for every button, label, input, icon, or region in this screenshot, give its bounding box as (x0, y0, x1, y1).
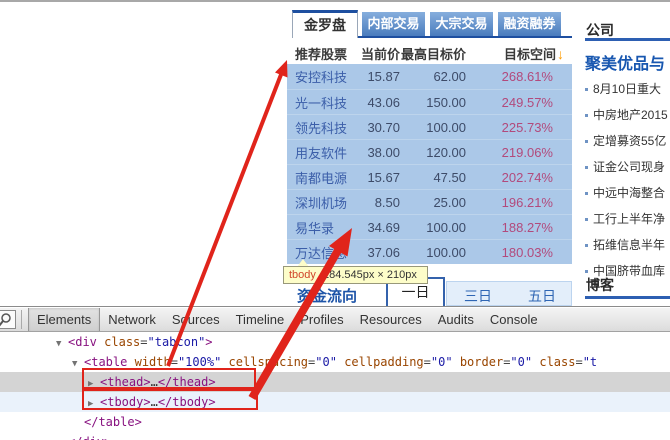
header-target-space[interactable]: 目标空间↓ (466, 44, 572, 63)
news-item-link[interactable]: 8月10日重大 (585, 80, 661, 97)
tooltip-dimensions: 284.545px × 210px (323, 269, 417, 281)
tab-insider-trading[interactable]: 内部交易 (362, 12, 425, 36)
inspect-element-icon[interactable] (0, 310, 16, 329)
current-price: 34.69 (352, 220, 400, 235)
target-space: 180.03% (466, 245, 572, 260)
blog-section-rule (585, 296, 670, 299)
target-price: 25.00 (400, 195, 466, 210)
table-row[interactable]: 用友软件 38.00 120.00 219.06% (287, 139, 572, 164)
bullet-icon (585, 166, 588, 169)
current-price: 38.00 (352, 145, 400, 160)
dom-line-div-open[interactable]: ▼<div class="tabcon"> (0, 332, 670, 352)
target-space: 196.21% (466, 195, 572, 210)
devtools-tab-sources[interactable]: Sources (164, 308, 228, 331)
bullet-icon (585, 244, 588, 247)
table-row[interactable]: 万达信息 37.06 100.00 180.03% (287, 239, 572, 264)
news-item-link[interactable]: 中远中海整合 (585, 184, 665, 201)
annotation-box-thead (82, 368, 256, 389)
current-price: 8.50 (352, 195, 400, 210)
devtools-tab-audits[interactable]: Audits (430, 308, 482, 331)
news-item-link[interactable]: 证金公司现身 (585, 158, 665, 175)
target-space: 249.57% (466, 95, 572, 110)
header-recommended-stock[interactable]: 推荐股票 (287, 44, 352, 63)
stock-link[interactable]: 用友软件 (287, 143, 352, 162)
tab-block-trading[interactable]: 大宗交易 (430, 12, 493, 36)
current-price: 37.06 (352, 245, 400, 260)
target-space: 225.73% (466, 120, 572, 135)
tab-margin-trading[interactable]: 融资融券 (498, 12, 561, 36)
news-headline-link[interactable]: 聚美优品与 (585, 50, 665, 74)
stock-link[interactable]: 领先科技 (287, 118, 352, 137)
company-section-rule (585, 38, 670, 41)
screen: 金罗盘 内部交易 大宗交易 融资融券 推荐股票 当前价 最高目标价 目标空间↓ … (0, 0, 670, 440)
capital-flow-label: 资金流向 (297, 285, 357, 306)
section-title-blog: 博客 (586, 275, 614, 295)
stock-link[interactable]: 南都电源 (287, 168, 352, 187)
flow-tab-5day[interactable]: 五日 (526, 286, 558, 306)
table-row[interactable]: 领先科技 30.70 100.00 225.73% (287, 114, 572, 139)
current-price: 30.70 (352, 120, 400, 135)
bullet-icon (585, 114, 588, 117)
sort-down-icon: ↓ (557, 46, 564, 62)
stock-link[interactable]: 易华录 (287, 218, 352, 237)
news-item-link[interactable]: 拓维信息半年 (585, 236, 665, 253)
target-price: 100.00 (400, 220, 466, 235)
devtools-tabs: Elements Network Sources Timeline Profil… (28, 308, 546, 331)
news-item-link[interactable]: 定增募资55亿 (585, 132, 666, 149)
toolbar-separator (21, 310, 22, 329)
header-current-price[interactable]: 当前价 (352, 44, 400, 63)
target-price: 150.00 (400, 95, 466, 110)
devtools-tab-console[interactable]: Console (482, 308, 546, 331)
devtools-tab-timeline[interactable]: Timeline (228, 308, 293, 331)
header-max-target-price[interactable]: 最高目标价 (400, 44, 466, 63)
target-price: 120.00 (400, 145, 466, 160)
annotation-box-tbody (82, 389, 258, 410)
target-space: 188.27% (466, 220, 572, 235)
stock-link[interactable]: 深圳机场 (287, 193, 352, 212)
target-price: 47.50 (400, 170, 466, 185)
current-price: 15.67 (352, 170, 400, 185)
stock-table: 推荐股票 当前价 最高目标价 目标空间↓ 安控科技 15.87 62.00 26… (287, 42, 572, 264)
target-space: 202.74% (466, 170, 572, 185)
disclosure-open-icon[interactable]: ▼ (56, 334, 68, 354)
flow-tab-3day[interactable]: 三日 (462, 286, 494, 306)
target-price: 100.00 (400, 120, 466, 135)
tooltip-tag-name: tbody (289, 269, 316, 281)
news-item-link[interactable]: 工行上半年净 (585, 210, 665, 227)
devtools-tab-network[interactable]: Network (100, 308, 164, 331)
bullet-icon (585, 88, 588, 91)
devtools-tab-elements[interactable]: Elements (28, 308, 100, 331)
stock-table-body-highlighted: 安控科技 15.87 62.00 268.61% 光一科技 43.06 150.… (287, 64, 572, 264)
devtools-toolbar: Elements Network Sources Timeline Profil… (0, 308, 670, 332)
news-item-link[interactable]: 中房地产2015 (585, 106, 668, 123)
current-price: 43.06 (352, 95, 400, 110)
target-price: 100.00 (400, 245, 466, 260)
stock-link[interactable]: 安控科技 (287, 67, 352, 86)
table-row[interactable]: 安控科技 15.87 62.00 268.61% (287, 64, 572, 89)
stock-table-header: 推荐股票 当前价 最高目标价 目标空间↓ (287, 42, 572, 64)
devtools-tab-profiles[interactable]: Profiles (292, 308, 351, 331)
stock-link[interactable]: 光一科技 (287, 93, 352, 112)
current-price: 15.87 (352, 69, 400, 84)
dom-line-div-close[interactable]: </div> (0, 432, 670, 440)
table-row[interactable]: 南都电源 15.67 47.50 202.74% (287, 164, 572, 189)
bullet-icon (585, 140, 588, 143)
target-space: 219.06% (466, 145, 572, 160)
dom-line-table-close[interactable]: </table> (0, 412, 670, 432)
table-row[interactable]: 深圳机场 8.50 25.00 196.21% (287, 189, 572, 214)
stock-widget-tabbar: 金罗盘 内部交易 大宗交易 融资融券 (0, 0, 670, 40)
table-row[interactable]: 易华录 34.69 100.00 188.27% (287, 214, 572, 239)
devtools-tab-resources[interactable]: Resources (352, 308, 430, 331)
bullet-icon (585, 192, 588, 195)
element-size-tooltip: tbody 284.545px × 210px (283, 266, 428, 284)
table-row[interactable]: 光一科技 43.06 150.00 249.57% (287, 89, 572, 114)
tabbar-underline (358, 36, 572, 38)
section-title-company: 公司 (586, 20, 614, 40)
tab-jinluopan[interactable]: 金罗盘 (292, 10, 358, 38)
bullet-icon (585, 270, 588, 273)
target-space: 268.61% (466, 69, 572, 84)
bullet-icon (585, 218, 588, 221)
target-price: 62.00 (400, 69, 466, 84)
